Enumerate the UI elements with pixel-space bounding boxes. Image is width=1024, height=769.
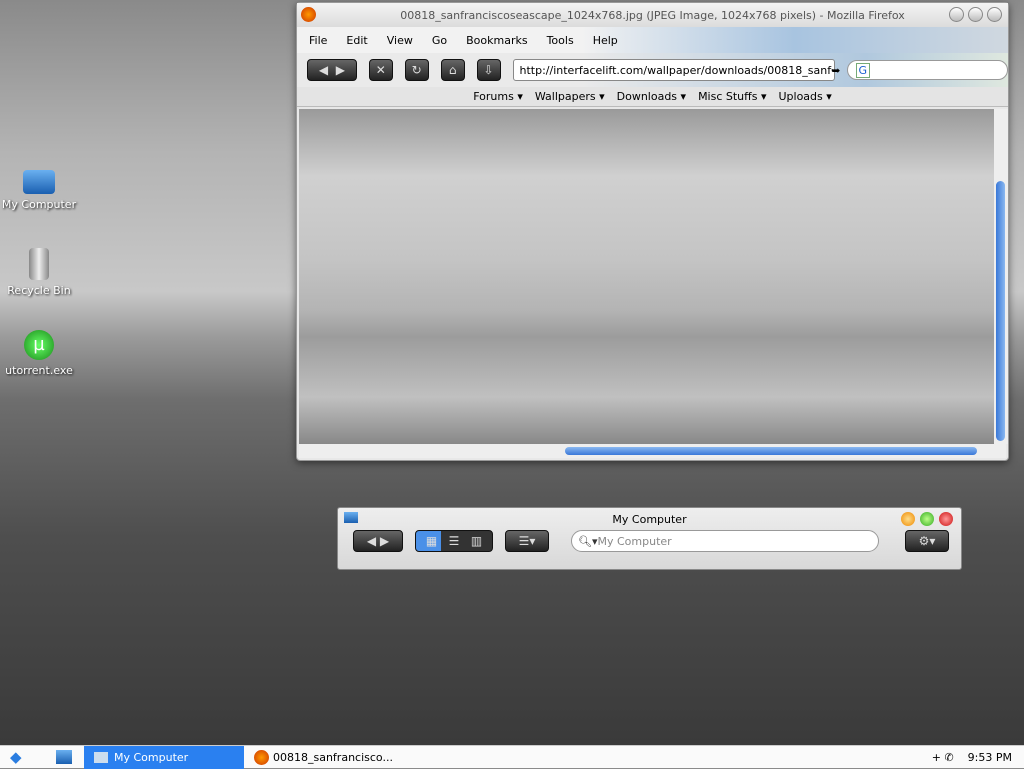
back-forward-buttons[interactable]: ◀ ▶ <box>307 59 357 81</box>
menu-view[interactable]: View <box>387 34 413 47</box>
minimize-button[interactable] <box>901 512 915 526</box>
search-input[interactable]: 🔍︎▾ My Computer <box>571 530 879 552</box>
column-view-icon[interactable]: ▥ <box>471 534 482 548</box>
arrange-button[interactable]: ☰▾ <box>505 530 549 552</box>
label: utorrent.exe <box>5 364 73 377</box>
firefox-window: 00818_sanfranciscoseascape_1024x768.jpg … <box>296 2 1009 461</box>
label: My Computer <box>1 198 77 211</box>
menu-bookmarks[interactable]: Bookmarks <box>466 34 527 47</box>
forward-icon[interactable]: ▶ <box>336 63 345 77</box>
site-navigation: Forums ▾ Wallpapers ▾ Downloads ▾ Misc S… <box>297 87 1008 107</box>
back-forward-buttons[interactable]: ◀ ▶ <box>353 530 403 552</box>
computer-icon <box>94 751 108 763</box>
icon-view-icon[interactable]: ▦ <box>426 534 437 548</box>
search-placeholder: My Computer <box>597 534 672 548</box>
search-icon: 🔍︎▾ <box>578 534 598 548</box>
google-icon: G <box>855 62 871 78</box>
desktop-icon-recycle-bin[interactable]: Recycle Bin <box>0 248 78 297</box>
wallpaper-image <box>299 109 1006 444</box>
label: My Computer <box>114 750 189 764</box>
computer-icon <box>344 512 358 523</box>
firefox-icon <box>301 7 316 22</box>
stop-button[interactable]: ✕ <box>368 59 393 81</box>
start-button[interactable]: ◆ <box>0 746 46 769</box>
go-icon[interactable]: ➥ <box>831 64 840 77</box>
menu-edit[interactable]: Edit <box>346 34 367 47</box>
window-title: My Computer <box>612 512 687 526</box>
nav-uploads[interactable]: Uploads ▾ <box>778 90 831 103</box>
nav-wallpapers[interactable]: Wallpapers ▾ <box>535 90 605 103</box>
minimize-button[interactable] <box>949 7 964 22</box>
scroll-thumb[interactable] <box>565 447 977 455</box>
download-button[interactable]: ⇩ <box>476 59 501 81</box>
nav-downloads[interactable]: Downloads ▾ <box>617 90 686 103</box>
navigation-toolbar: ◀ ▶ ✕ ↻ ⌂ ⇩ http://interfacelift.com/wal… <box>297 53 1008 87</box>
taskbar-item-my-computer[interactable]: My Computer <box>84 745 244 769</box>
url-text: http://interfacelift.com/wallpaper/downl… <box>519 63 832 77</box>
menu-file[interactable]: File <box>309 34 327 47</box>
scroll-thumb[interactable] <box>996 181 1005 441</box>
nav-misc-stuffs[interactable]: Misc Stuffs ▾ <box>698 90 766 103</box>
title-bar[interactable]: 00818_sanfranciscoseascape_1024x768.jpg … <box>297 3 1008 27</box>
back-icon[interactable]: ◀ <box>319 63 328 77</box>
home-button[interactable]: ⌂ <box>440 59 465 81</box>
title-bar[interactable]: My Computer <box>338 508 961 530</box>
vertical-scrollbar[interactable] <box>994 109 1008 444</box>
action-gear-button[interactable]: ⚙▾ <box>905 530 949 552</box>
taskbar: ◆ My Computer 00818_sanfrancisco... + ✆ … <box>0 745 1024 769</box>
desktop-icon-my-computer[interactable]: My Computer <box>0 166 78 211</box>
phone-tray-icon[interactable]: + ✆ <box>932 751 954 764</box>
computer-icon <box>23 170 55 194</box>
maximize-button[interactable] <box>968 7 983 22</box>
list-view-icon[interactable]: ☰ <box>449 534 460 548</box>
trash-icon <box>29 248 49 280</box>
my-computer-window: My Computer ◀ ▶ ▦ ☰ ▥ ☰▾ 🔍︎▾ My Computer … <box>337 507 962 570</box>
taskbar-item-firefox[interactable]: 00818_sanfrancisco... <box>244 746 444 769</box>
menu-bar: File Edit View Go Bookmarks Tools Help <box>297 27 1008 53</box>
firefox-icon <box>254 749 269 765</box>
desktop-icon-utorrent[interactable]: µ utorrent.exe <box>0 330 78 377</box>
url-bar[interactable]: http://interfacelift.com/wallpaper/downl… <box>512 59 840 81</box>
horizontal-scrollbar[interactable] <box>299 444 1006 458</box>
show-desktop-button[interactable] <box>46 746 84 769</box>
close-button[interactable] <box>939 512 953 526</box>
label: Recycle Bin <box>7 284 71 297</box>
maximize-button[interactable] <box>920 512 934 526</box>
reload-button[interactable]: ↻ <box>404 59 429 81</box>
label: 00818_sanfrancisco... <box>273 750 393 764</box>
view-mode-buttons[interactable]: ▦ ☰ ▥ <box>415 530 493 552</box>
close-button[interactable] <box>987 7 1002 22</box>
menu-go[interactable]: Go <box>432 34 447 47</box>
utorrent-icon: µ <box>24 330 54 360</box>
search-box[interactable]: G <box>846 60 1008 80</box>
clock[interactable]: 9:53 PM <box>968 751 1012 764</box>
nav-forums[interactable]: Forums ▾ <box>473 90 523 103</box>
menu-tools[interactable]: Tools <box>547 34 574 47</box>
menu-help[interactable]: Help <box>593 34 618 47</box>
window-title: 00818_sanfranciscoseascape_1024x768.jpg … <box>400 8 905 22</box>
